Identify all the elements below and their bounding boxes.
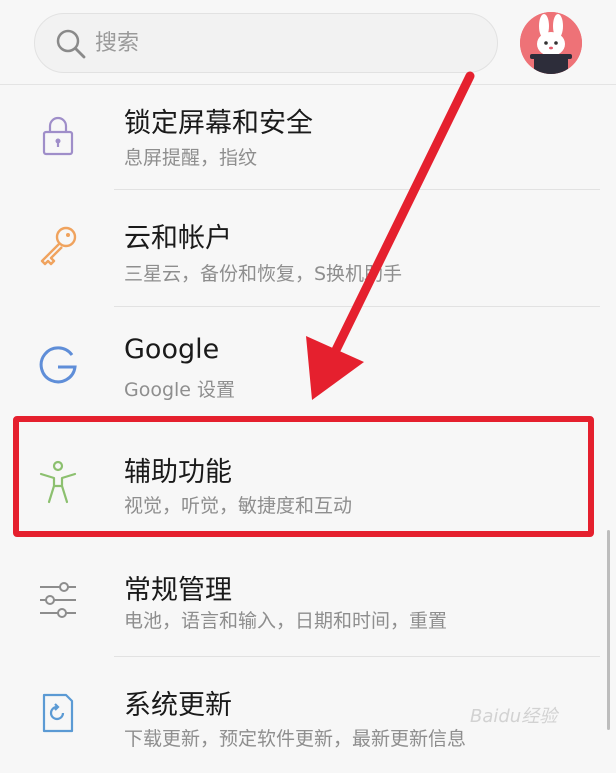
key-icon — [40, 226, 77, 266]
settings-item-title: 锁定屏幕和安全 — [124, 108, 313, 139]
watermark: Baidu经验 — [470, 706, 558, 727]
settings-item-cloud-accounts[interactable]: 云和帐户 三星云，备份和恢复，S换机助手 — [0, 190, 600, 306]
settings-item-subtitle: 下载更新，预定软件更新，最新更新信息 — [124, 728, 467, 750]
settings-item-lock-screen-security[interactable]: 锁定屏幕和安全 息屏提醒，指纹 — [0, 85, 600, 201]
settings-item-title: 系统更新 — [124, 690, 232, 721]
settings-item-title: 云和帐户 — [124, 223, 232, 254]
highlight-box — [13, 416, 594, 537]
search-bar[interactable]: 搜索 — [34, 13, 498, 73]
settings-item-subtitle: Google 设置 — [124, 379, 236, 401]
lock-icon — [42, 116, 74, 156]
system-update-icon — [42, 693, 74, 733]
scrollbar[interactable] — [607, 530, 610, 730]
settings-item-title: 常规管理 — [124, 575, 232, 606]
sliders-icon — [40, 582, 76, 618]
bunny-avatar-icon — [520, 12, 582, 74]
search-placeholder: 搜索 — [95, 31, 140, 56]
search-icon — [56, 29, 86, 59]
settings-item-subtitle: 息屏提醒，指纹 — [124, 147, 258, 169]
avatar[interactable] — [520, 12, 582, 74]
settings-item-title: Google — [124, 334, 220, 365]
google-icon — [39, 346, 77, 384]
settings-item-general-management[interactable]: 常规管理 电池，语言和输入，日期和时间，重置 — [0, 542, 600, 658]
settings-item-subtitle: 电池，语言和输入，日期和时间，重置 — [124, 610, 448, 632]
settings-item-google[interactable]: Google Google 设置 — [0, 307, 600, 423]
settings-item-subtitle: 三星云，备份和恢复，S换机助手 — [124, 263, 403, 285]
